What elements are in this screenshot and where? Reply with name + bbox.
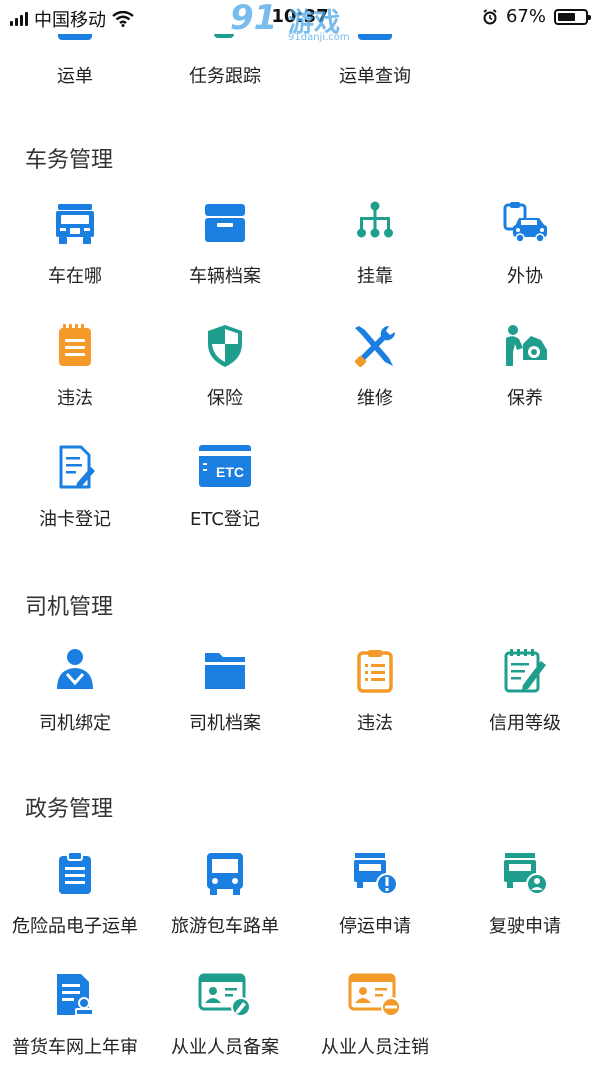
grid-item-car-location[interactable]: 车在哪 (0, 200, 150, 310)
status-bar: 中国移动 10:37 67% (0, 0, 600, 34)
grid-item-tour-charter[interactable]: 旅游包车路单 (150, 850, 300, 960)
grid-item-hazmat-waybill[interactable]: 危险品电子运单 (0, 850, 150, 960)
grid-item-label: ETC登记 (190, 509, 260, 530)
grid-item-resume-application[interactable]: 复驶申请 (450, 850, 600, 960)
document-edit-icon (51, 443, 99, 491)
grid-item-label: 挂靠 (357, 266, 393, 287)
truck-alert-icon (351, 850, 399, 898)
grid-item-suspend-application[interactable]: 停运申请 (300, 850, 450, 960)
waybill-query-icon (358, 34, 392, 40)
grid-item-driver-archive[interactable]: 司机档案 (150, 647, 300, 757)
notebook-pen-icon (501, 647, 549, 695)
top-item-waybill[interactable]: 运单 (0, 62, 150, 88)
grid-item-violation[interactable]: 违法 (0, 322, 150, 432)
grid-item-outsourcing[interactable]: 外协 (450, 200, 600, 310)
grid-item-staff-cancellation[interactable]: 从业人员注销 (300, 971, 450, 1081)
clipboard-icon (51, 850, 99, 898)
id-card-edit-icon (197, 971, 253, 1019)
truck-icon (51, 200, 99, 248)
grid-item-label: 复驶申请 (489, 916, 561, 937)
battery-percent: 67% (505, 6, 546, 27)
alarm-icon (483, 8, 497, 24)
car-clipboard-icon (501, 200, 549, 248)
grid-item-label: 保险 (207, 388, 243, 409)
task-tracking-icon (214, 34, 234, 38)
grid-item-label: 车辆档案 (189, 266, 261, 287)
grid-item-driver-violation[interactable]: 违法 (300, 647, 450, 757)
grid-item-label: 油卡登记 (39, 509, 111, 530)
grid-item-affiliation[interactable]: 挂靠 (300, 200, 450, 310)
grid-item-label: 保养 (507, 388, 543, 409)
grid-item-repair[interactable]: 维修 (300, 322, 450, 432)
grid-item-label: 信用等级 (489, 713, 561, 734)
top-item-task-tracking[interactable]: 任务跟踪 (150, 62, 300, 88)
battery-icon (554, 8, 591, 25)
top-item-waybill-query[interactable]: 运单查询 (300, 62, 450, 88)
section-title-government: 政务管理 (25, 797, 114, 822)
grid-item-label: 危险品电子运单 (12, 916, 138, 937)
truck-user-icon (501, 850, 549, 898)
car-maintenance-icon (501, 322, 549, 370)
grid-item-staff-registration[interactable]: 从业人员备案 (150, 971, 300, 1081)
grid-item-etc[interactable]: ETC ETC登记 (150, 443, 300, 553)
grid-item-label: 普货车网上年审 (12, 1037, 138, 1058)
grid-item-label: 从业人员注销 (321, 1037, 429, 1058)
section-title-vehicle: 车务管理 (25, 148, 114, 173)
clipboard-list-icon (351, 647, 399, 695)
etc-card-text: ETC (216, 464, 244, 480)
grid-item-vehicle-archive[interactable]: 车辆档案 (150, 200, 300, 310)
grid-item-label: 违法 (57, 388, 93, 409)
grid-item-label: 从业人员备案 (171, 1037, 279, 1058)
grid-item-label: 违法 (357, 713, 393, 734)
grid-item-label: 司机档案 (189, 713, 261, 734)
battery-fill (558, 12, 575, 21)
grid-item-maintenance[interactable]: 保养 (450, 322, 600, 432)
notepad-icon (51, 322, 99, 370)
shield-icon (201, 322, 249, 370)
grid-item-label: 外协 (507, 266, 543, 287)
archive-box-icon (201, 200, 249, 248)
folder-icon (201, 647, 249, 695)
tools-icon (351, 322, 399, 370)
driver-icon (51, 647, 99, 695)
grid-item-annual-review[interactable]: 普货车网上年审 (0, 971, 150, 1081)
id-card-remove-icon (347, 971, 403, 1019)
grid-item-fuel-card[interactable]: 油卡登记 (0, 443, 150, 553)
grid-item-label: 司机绑定 (39, 713, 111, 734)
section-title-driver: 司机管理 (25, 595, 114, 620)
grid-item-insurance[interactable]: 保险 (150, 322, 300, 432)
hierarchy-icon (351, 200, 399, 248)
waybill-icon (58, 34, 92, 40)
grid-item-credit-level[interactable]: 信用等级 (450, 647, 600, 757)
grid-item-label: 维修 (357, 388, 393, 409)
status-right: 67% (482, 6, 591, 27)
etc-card-icon: ETC (197, 443, 253, 491)
grid-item-label: 停运申请 (339, 916, 411, 937)
document-stamp-icon (51, 971, 99, 1019)
grid-item-label: 车在哪 (48, 266, 102, 287)
bus-icon (201, 850, 249, 898)
grid-item-label: 旅游包车路单 (171, 916, 279, 937)
grid-item-driver-binding[interactable]: 司机绑定 (0, 647, 150, 757)
